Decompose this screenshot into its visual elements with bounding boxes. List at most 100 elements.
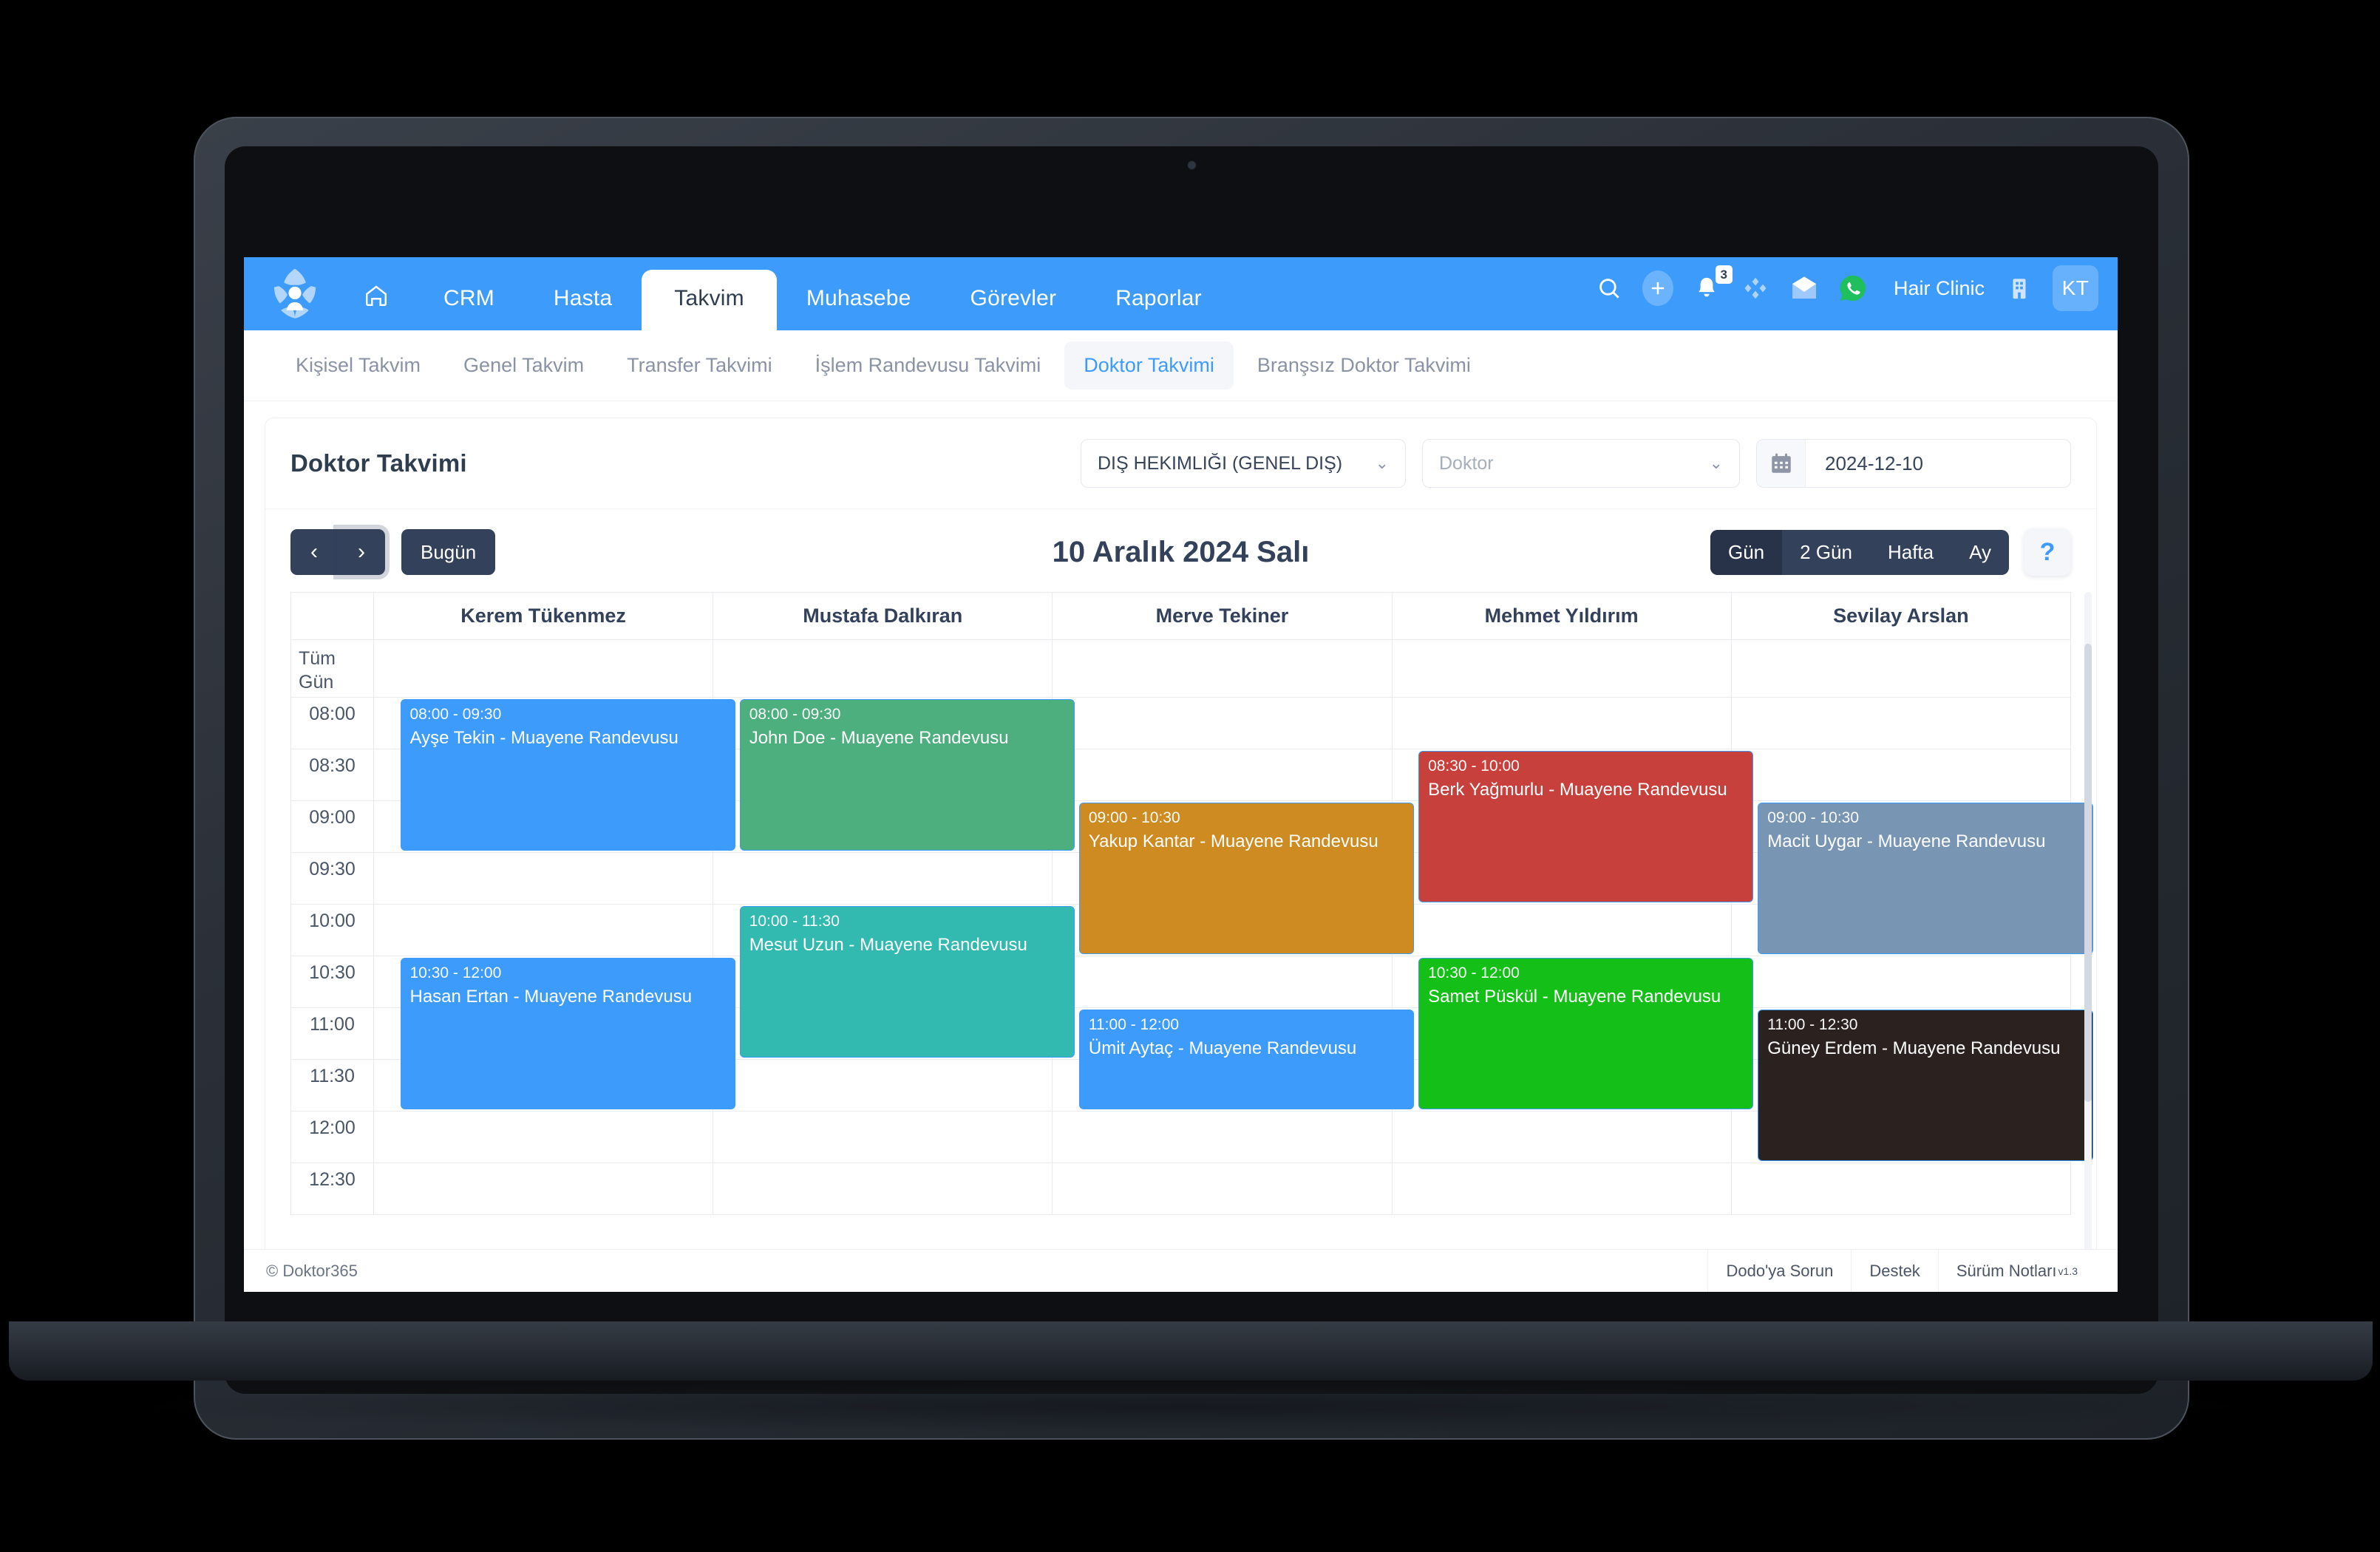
subnav-bransiz-doktor-takvimi[interactable]: Branşsız Doktor Takvimi <box>1238 341 1490 389</box>
time-label: 09:30 <box>290 852 374 905</box>
mail-icon[interactable] <box>1789 273 1820 304</box>
time-label: 08:00 <box>290 697 374 749</box>
home-icon <box>366 285 387 306</box>
nav-hasta[interactable]: Hasta <box>524 287 642 330</box>
subnav-transfer-takvimi[interactable]: Transfer Takvimi <box>608 341 792 389</box>
footer-link-destek[interactable]: Destek <box>1851 1249 1937 1292</box>
calendar-event[interactable]: 11:00 - 12:30 Güney Erdem - Muayene Rande… <box>1758 1009 2093 1161</box>
time-slot[interactable] <box>373 1111 714 1163</box>
time-slot[interactable] <box>713 852 1053 905</box>
subnav-genel-takvim[interactable]: Genel Takvim <box>444 341 603 389</box>
event-title: Ayşe Tekin - Muayene Randevusu <box>409 727 679 748</box>
all-day-cell[interactable] <box>1730 639 2072 698</box>
search-icon[interactable] <box>1594 273 1625 304</box>
date-picker[interactable]: 2024-12-10 <box>1756 439 2071 488</box>
event-title: Ümit Aytaç - Muayene Randevusu <box>1088 1038 1357 1058</box>
time-label: 08:30 <box>290 749 374 801</box>
all-day-cell[interactable] <box>713 639 1053 698</box>
time-slot[interactable] <box>1052 1111 1393 1163</box>
all-day-cell[interactable] <box>1391 639 1732 698</box>
time-slot[interactable] <box>1391 1163 1732 1215</box>
time-slot[interactable] <box>1730 956 2072 1008</box>
event-title: John Doe - Muayene Randevusu <box>749 727 1009 748</box>
apps-diamond-icon[interactable] <box>1740 273 1771 304</box>
time-slot[interactable] <box>373 1163 714 1215</box>
view-switcher: Gün 2 Gün Hafta Ay <box>1710 529 2009 575</box>
time-slot[interactable] <box>1052 1163 1393 1215</box>
building-icon[interactable] <box>2004 273 2035 304</box>
whatsapp-icon[interactable] <box>1837 273 1869 304</box>
main-nav-items: CRM Hasta Takvim Muhasebe Görevler Rapor… <box>341 257 1231 330</box>
calendar-subnav: Kişisel Takvim Genel Takvim Transfer Tak… <box>244 330 2118 401</box>
column-header-doctor-0: Kerem Tükenmez <box>373 592 714 640</box>
time-slot[interactable] <box>1730 1163 2072 1215</box>
view-2gun[interactable]: 2 Gün <box>1782 530 1870 575</box>
view-hafta[interactable]: Hafta <box>1870 530 1951 575</box>
all-day-cell[interactable] <box>373 639 714 698</box>
time-slot[interactable] <box>713 1111 1053 1163</box>
view-gun[interactable]: Gün <box>1710 529 1783 575</box>
subnav-doktor-takvimi[interactable]: Doktor Takvimi <box>1064 341 1234 389</box>
nav-crm[interactable]: CRM <box>414 287 524 330</box>
calendar-event[interactable]: 08:30 - 10:00 Berk Yağmurlu - Muayene Ran… <box>1418 750 1754 902</box>
version-superscript: v1.3 <box>2058 1265 2078 1277</box>
doctor-calendar-card: Doktor Takvimi DIŞ HEKIMLIĞI (GENEL DIŞ)… <box>265 418 2097 1292</box>
calendar-event[interactable]: 10:30 - 12:00 Samet Püskül - Muayene Rand… <box>1418 957 1754 1109</box>
calendar-scroll-area[interactable]: Kerem Tükenmez Mustafa Dalkıran Merve Te… <box>265 592 2096 1291</box>
view-ay[interactable]: Ay <box>1951 530 2009 575</box>
nav-home[interactable] <box>341 283 414 330</box>
time-slot[interactable] <box>373 904 714 956</box>
time-slot[interactable] <box>1730 697 2072 749</box>
webcam-icon <box>1188 161 1196 169</box>
calendar-event[interactable]: 10:30 - 12:00 Hasan Ertan - Muayene Rande… <box>400 957 735 1109</box>
doctor-select[interactable]: Doktor ⌄ <box>1422 439 1740 488</box>
calendar-icon[interactable] <box>1757 440 1806 487</box>
user-avatar[interactable]: KT <box>2053 265 2098 311</box>
nav-gorevler[interactable]: Görevler <box>941 287 1087 330</box>
branch-select[interactable]: DIŞ HEKIMLIĞI (GENEL DIŞ) ⌄ <box>1081 439 1406 488</box>
time-slot[interactable] <box>373 852 714 905</box>
doktor365-logo-icon[interactable] <box>266 265 324 323</box>
time-slot[interactable] <box>1391 697 1732 749</box>
calendar-event[interactable]: 09:00 - 10:30 Macit Uygar - Muayene Rande… <box>1758 802 2093 954</box>
help-button[interactable]: ? <box>2024 528 2071 576</box>
plus-icon[interactable] <box>1642 270 1673 306</box>
prev-day-button[interactable]: ‹ <box>290 529 338 575</box>
footer-link-surum-notlari[interactable]: Sürüm Notları v1.3 <box>1937 1249 2095 1292</box>
column-header-doctor-2: Merve Tekiner <box>1052 592 1393 640</box>
time-slot[interactable] <box>713 1059 1053 1112</box>
event-time: 10:30 - 12:00 <box>409 964 502 981</box>
event-time: 11:00 - 12:00 <box>1088 1015 1180 1033</box>
calendar-nav-buttons: ‹ › <box>290 529 385 575</box>
page-title: Doktor Takvimi <box>290 449 467 477</box>
app-screen: CRM Hasta Takvim Muhasebe Görevler Rapor… <box>244 257 2118 1292</box>
clinic-name[interactable]: Hair Clinic <box>1894 277 1985 300</box>
time-slot[interactable] <box>1391 904 1732 956</box>
calendar-event[interactable]: 11:00 - 12:00 Ümit Aytaç - Muayene Randev… <box>1078 1009 1415 1109</box>
today-button[interactable]: Bugün <box>401 529 496 575</box>
calendar-event[interactable]: 08:00 - 09:30 John Doe - Muayene Randevus… <box>739 698 1075 851</box>
nav-muhasebe[interactable]: Muhasebe <box>777 287 941 330</box>
calendar-event[interactable]: 09:00 - 10:30 Yakup Kantar - Muayene Rand… <box>1078 802 1415 954</box>
time-slot[interactable] <box>1052 749 1393 801</box>
subnav-kisisel-takvim[interactable]: Kişisel Takvim <box>276 341 440 389</box>
calendar-event[interactable]: 10:00 - 11:30 Mesut Uzun - Muayene Randev… <box>739 905 1075 1058</box>
bell-icon[interactable]: 3 <box>1691 265 1733 304</box>
footer-link-dodoya-sorun[interactable]: Dodo'ya Sorun <box>1707 1249 1851 1292</box>
scrollbar-thumb[interactable] <box>2084 644 2092 1102</box>
time-slot[interactable] <box>1052 956 1393 1008</box>
time-slot[interactable] <box>1730 749 2072 801</box>
event-title: Mesut Uzun - Muayene Randevusu <box>749 934 1027 955</box>
time-slot[interactable] <box>1391 1111 1732 1163</box>
next-day-button[interactable]: › <box>338 529 385 575</box>
subnav-islem-randevusu-takvimi[interactable]: İşlem Randevusu Takvimi <box>796 341 1061 389</box>
time-slot[interactable] <box>713 1163 1053 1215</box>
nav-takvim[interactable]: Takvim <box>642 270 777 330</box>
all-day-cell[interactable] <box>1052 639 1393 698</box>
calendar-event[interactable]: 08:00 - 09:30 Ayşe Tekin - Muayene Randev… <box>400 698 735 851</box>
date-input[interactable]: 2024-12-10 <box>1806 440 2070 487</box>
nav-raporlar[interactable]: Raporlar <box>1086 287 1231 330</box>
doctor-select-value: Doktor <box>1439 452 1494 474</box>
time-slot[interactable] <box>1052 697 1393 749</box>
time-label: 12:30 <box>290 1163 374 1215</box>
